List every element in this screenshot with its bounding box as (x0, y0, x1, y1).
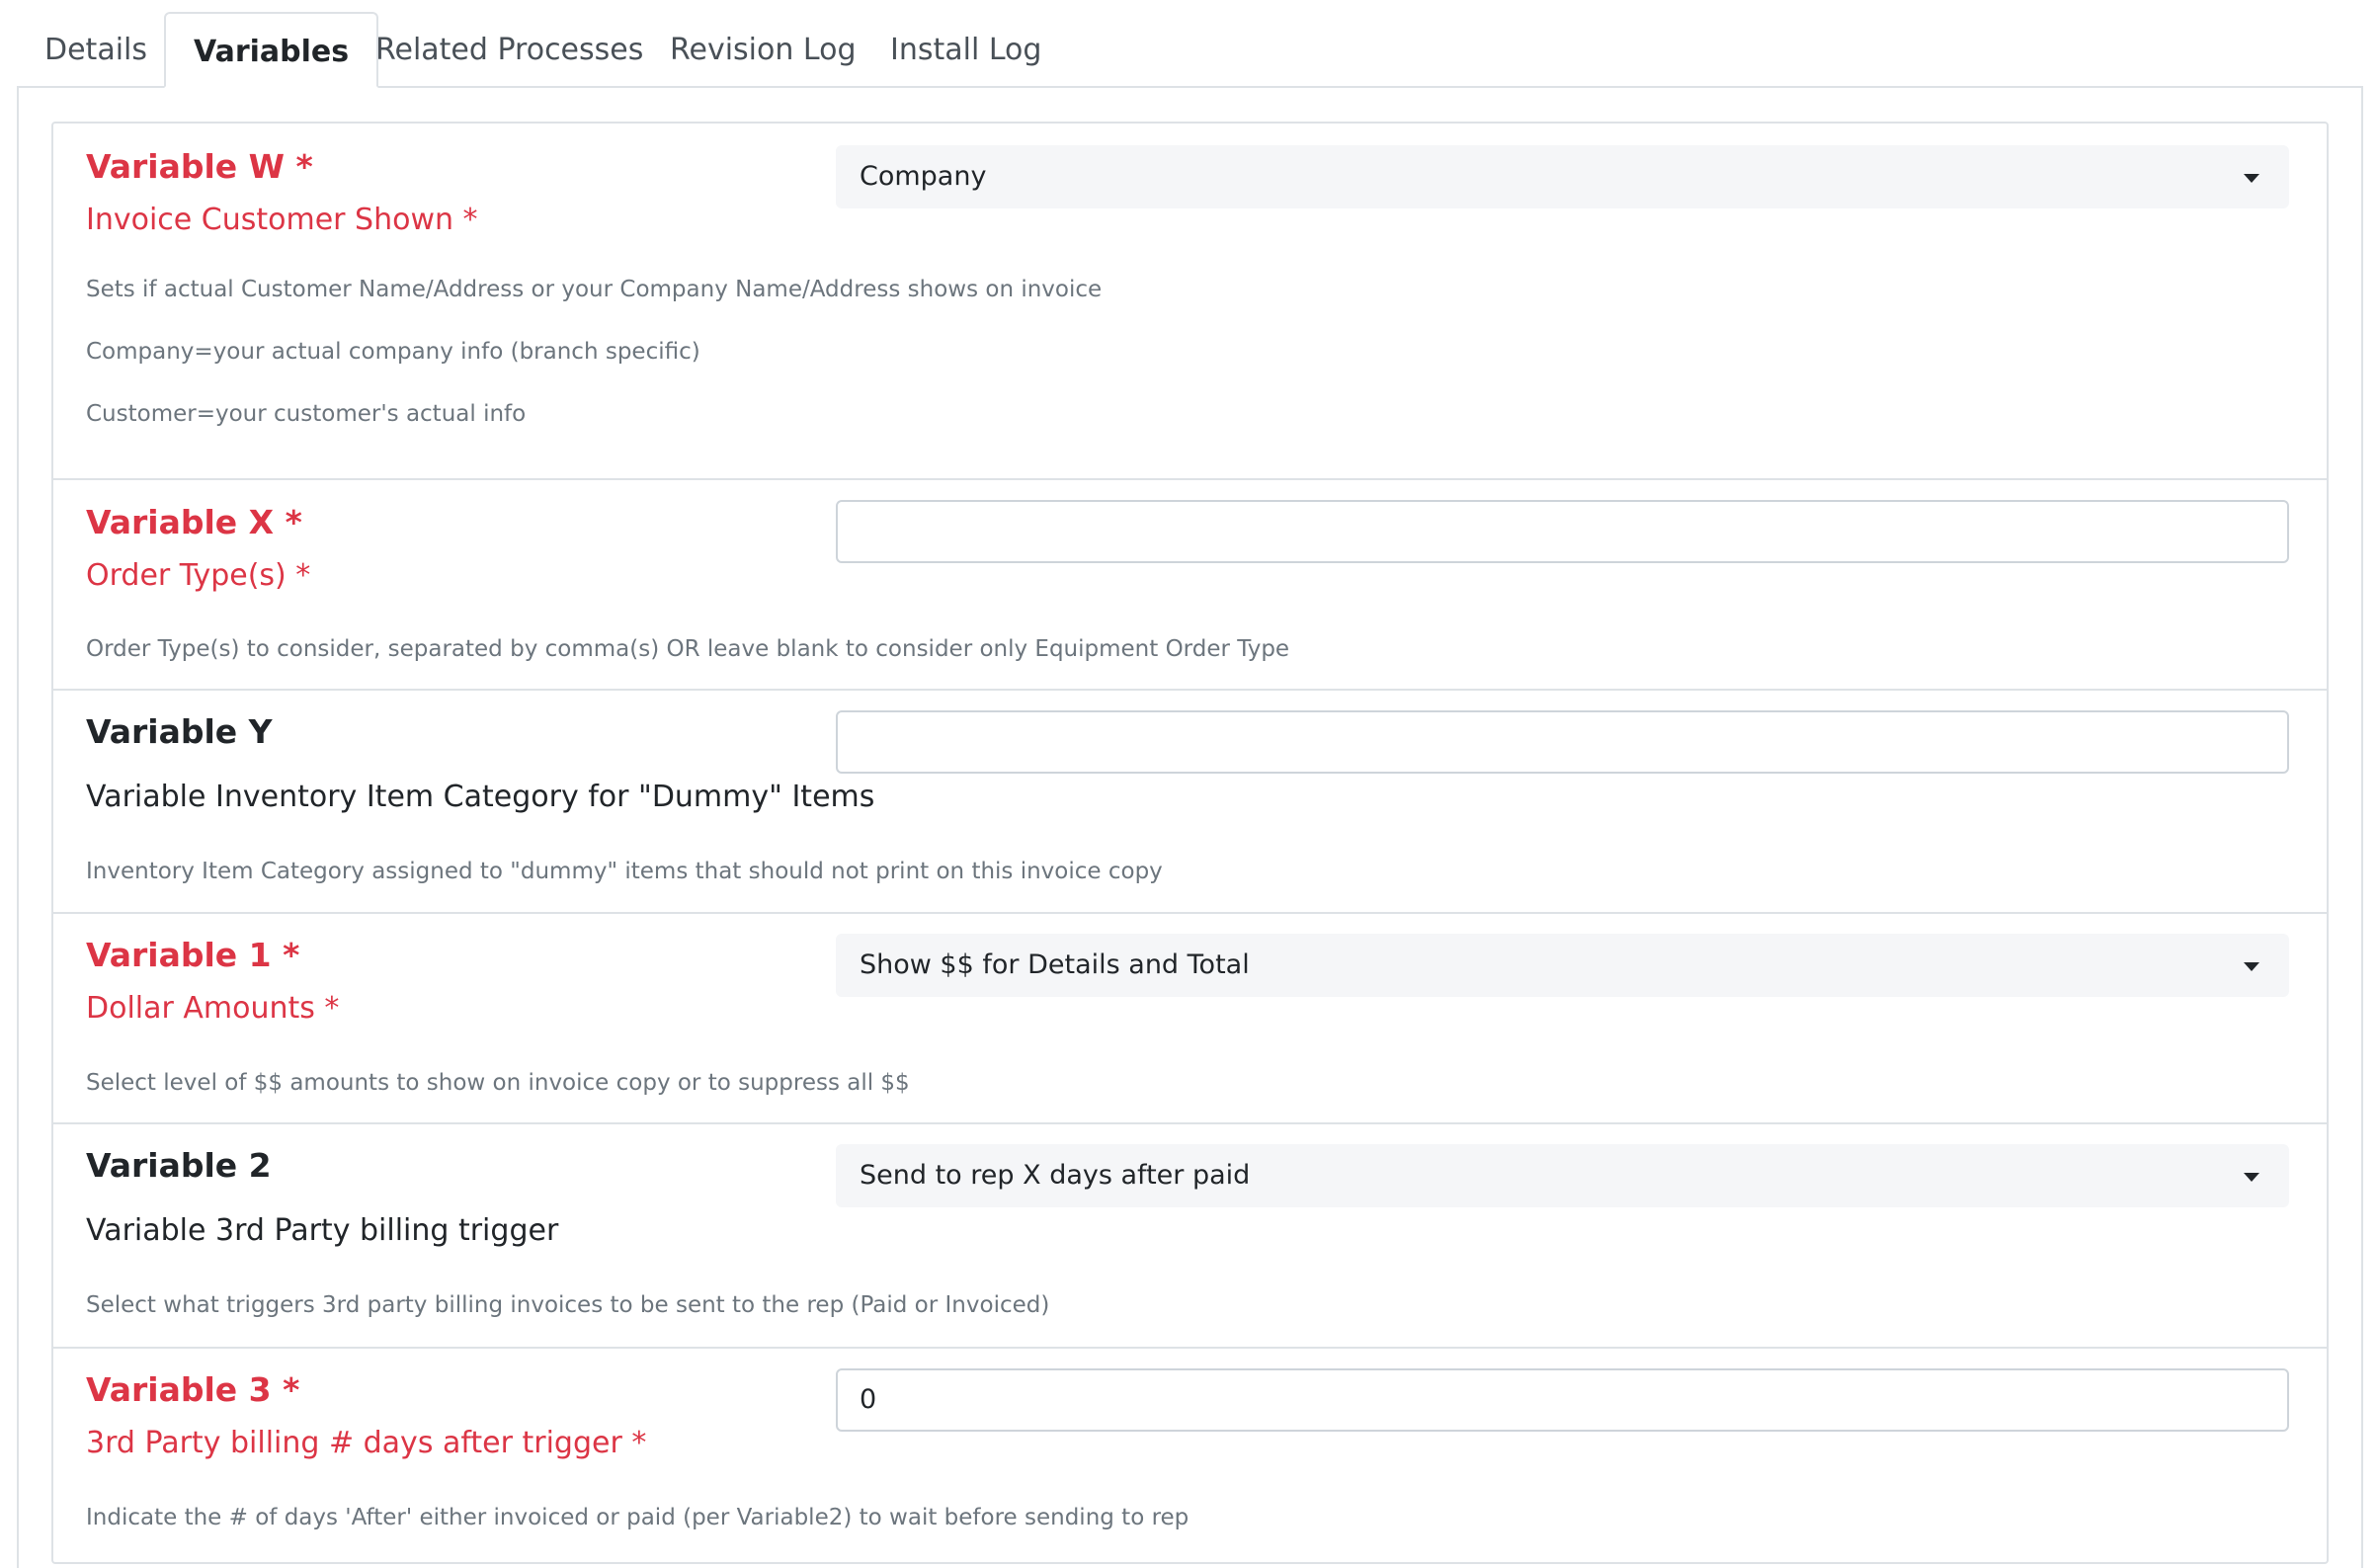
variable-1-label: Dollar Amounts * (86, 991, 340, 1026)
tab-details[interactable]: Details (17, 12, 175, 88)
variable-y-label: Variable Inventory Item Category for "Du… (86, 780, 875, 814)
variable-w-label: Invoice Customer Shown * (86, 203, 478, 237)
variable-3-label: 3rd Party billing # days after trigger * (86, 1426, 647, 1460)
billing-trigger-value: Send to rep X days after paid (860, 1160, 1251, 1191)
variable-1-row: Variable 1 * Dollar Amounts * Show $$ fo… (53, 912, 2327, 1122)
tab-variables[interactable]: Variables (164, 12, 379, 88)
variable-x-title: Variable X * (86, 503, 302, 541)
variable-w-help-3: Customer=your customer's actual info (86, 401, 527, 427)
variable-3-help: Indicate the # of days 'After' either in… (86, 1505, 1190, 1530)
variable-3-row: Variable 3 * 3rd Party billing # days af… (53, 1347, 2327, 1566)
variable-w-help-2: Company=your actual company info (branch… (86, 339, 700, 365)
billing-days-input[interactable]: 0 (836, 1368, 2289, 1432)
dollar-amounts-value: Show $$ for Details and Total (860, 949, 1250, 980)
variable-y-help: Inventory Item Category assigned to "dum… (86, 859, 1163, 884)
variable-2-label: Variable 3rd Party billing trigger (86, 1213, 559, 1248)
variable-1-help: Select level of $$ amounts to show on in… (86, 1070, 910, 1096)
variable-2-help: Select what triggers 3rd party billing i… (86, 1292, 1050, 1318)
variable-y-title: Variable Y (86, 712, 273, 751)
dollar-amounts-select[interactable]: Show $$ for Details and Total (836, 934, 2289, 997)
tab-revision-log[interactable]: Revision Log (642, 12, 884, 88)
caret-down-icon (2244, 962, 2259, 971)
variable-x-row: Variable X * Order Type(s) * Order Type(… (53, 478, 2327, 689)
billing-trigger-select[interactable]: Send to rep X days after paid (836, 1144, 2289, 1207)
variables-panel: Variable W * Invoice Customer Shown * Co… (51, 122, 2329, 1564)
variable-w-help-1: Sets if actual Customer Name/Address or … (86, 277, 1103, 302)
variable-x-label: Order Type(s) * (86, 558, 311, 593)
variable-2-row: Variable 2 Variable 3rd Party billing tr… (53, 1122, 2327, 1347)
variable-y-row: Variable Y Variable Inventory Item Categ… (53, 689, 2327, 912)
variable-2-title: Variable 2 (86, 1146, 272, 1185)
variable-w-title: Variable W * (86, 147, 313, 186)
caret-down-icon (2244, 1173, 2259, 1182)
tab-related-processes[interactable]: Related Processes (348, 12, 671, 88)
caret-down-icon (2244, 174, 2259, 183)
tab-install-log[interactable]: Install Log (862, 12, 1069, 88)
variable-3-title: Variable 3 * (86, 1370, 300, 1409)
invoice-customer-shown-value: Company (860, 161, 987, 192)
inventory-item-category-input[interactable] (836, 710, 2289, 774)
variable-w-row: Variable W * Invoice Customer Shown * Co… (53, 124, 2327, 478)
variable-1-title: Variable 1 * (86, 936, 300, 974)
order-types-input[interactable] (836, 500, 2289, 563)
variable-x-help: Order Type(s) to consider, separated by … (86, 636, 1290, 662)
tab-bar: Details Variables Related Processes Revi… (0, 0, 2379, 88)
invoice-customer-shown-select[interactable]: Company (836, 145, 2289, 208)
